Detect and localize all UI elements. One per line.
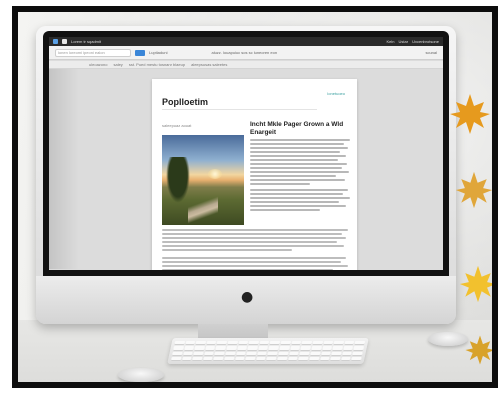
apple-logo-icon: ● (241, 289, 254, 305)
article-headline: Incht Mkle Pager Grown a Wld Enargeit (250, 121, 344, 136)
desk-scene: Lorem tr sqadmit Keln Ustar Uxcenbrotson… (18, 12, 492, 382)
document-page: lonetuoeo Poplloetim saleepuaz aouat Inc… (152, 79, 357, 270)
maple-leaf-icon (465, 335, 492, 365)
monitor-bezel: Lorem tr sqadmit Keln Ustar Uxcenbrotson… (43, 31, 449, 276)
maple-leaf-icon (455, 171, 492, 209)
browser-tab[interactable]: aluzz. louapuiuc sos sc luneoren eon (211, 50, 277, 55)
article-body (162, 229, 348, 253)
article-text-column (250, 189, 350, 213)
keyboard (167, 338, 369, 364)
tree (166, 157, 190, 203)
menubar-item[interactable]: Keln (387, 39, 395, 44)
page-shadow (49, 69, 79, 269)
bookmark-item[interactable]: sst. Pued mestu tosnanr blaeup (129, 62, 185, 67)
mouse (428, 332, 468, 346)
bookmark-item[interactable]: uleoazono (89, 62, 107, 67)
road (188, 195, 218, 225)
image-caption: saleepuaz aouat (162, 123, 192, 128)
maple-leaf-icon (450, 94, 490, 134)
page-title: Poplloetim (162, 97, 209, 107)
menubar-left-label[interactable]: Lorem tr sqadmit (71, 39, 101, 44)
article-text-column (250, 139, 350, 187)
monitor-chin: ● (36, 276, 456, 324)
title-divider (162, 109, 317, 110)
address-bar[interactable]: lonen loreomi ipeoni ealon (55, 48, 131, 57)
browser-toolbar: lonen loreomi ipeoni ealon Luptiaduni al… (49, 46, 443, 60)
article-body (162, 257, 348, 270)
photo-frame: Lorem tr sqadmit Keln Ustar Uxcenbrotson… (12, 6, 498, 388)
imac-monitor: Lorem tr sqadmit Keln Ustar Uxcenbrotson… (36, 26, 456, 324)
bookmark-item[interactable]: aleepsusas saleetes (191, 62, 227, 67)
toolbar-right-label[interactable]: scunal (425, 50, 437, 55)
page-corner-link[interactable]: lonetuoeo (327, 91, 345, 96)
bookmarks-bar: uleoazono saley sst. Pued mestu tosnanr … (49, 61, 443, 69)
sun (208, 169, 222, 179)
maple-leaf-icon (459, 265, 492, 303)
mouse (118, 368, 164, 382)
monitor-screen: Lorem tr sqadmit Keln Ustar Uxcenbrotson… (49, 37, 443, 270)
app-icon (53, 39, 58, 44)
menubar-item[interactable]: Ustar (399, 39, 409, 44)
landscape-photo (162, 135, 244, 225)
go-button[interactable] (135, 49, 145, 56)
menubar-item[interactable]: Uxcenbrotsone (412, 39, 439, 44)
browser-tab[interactable]: Luptiaduni (149, 50, 167, 55)
bookmark-item[interactable]: saley (113, 62, 122, 67)
os-menubar: Lorem tr sqadmit Keln Ustar Uxcenbrotson… (49, 37, 443, 46)
window-icon (62, 39, 67, 44)
